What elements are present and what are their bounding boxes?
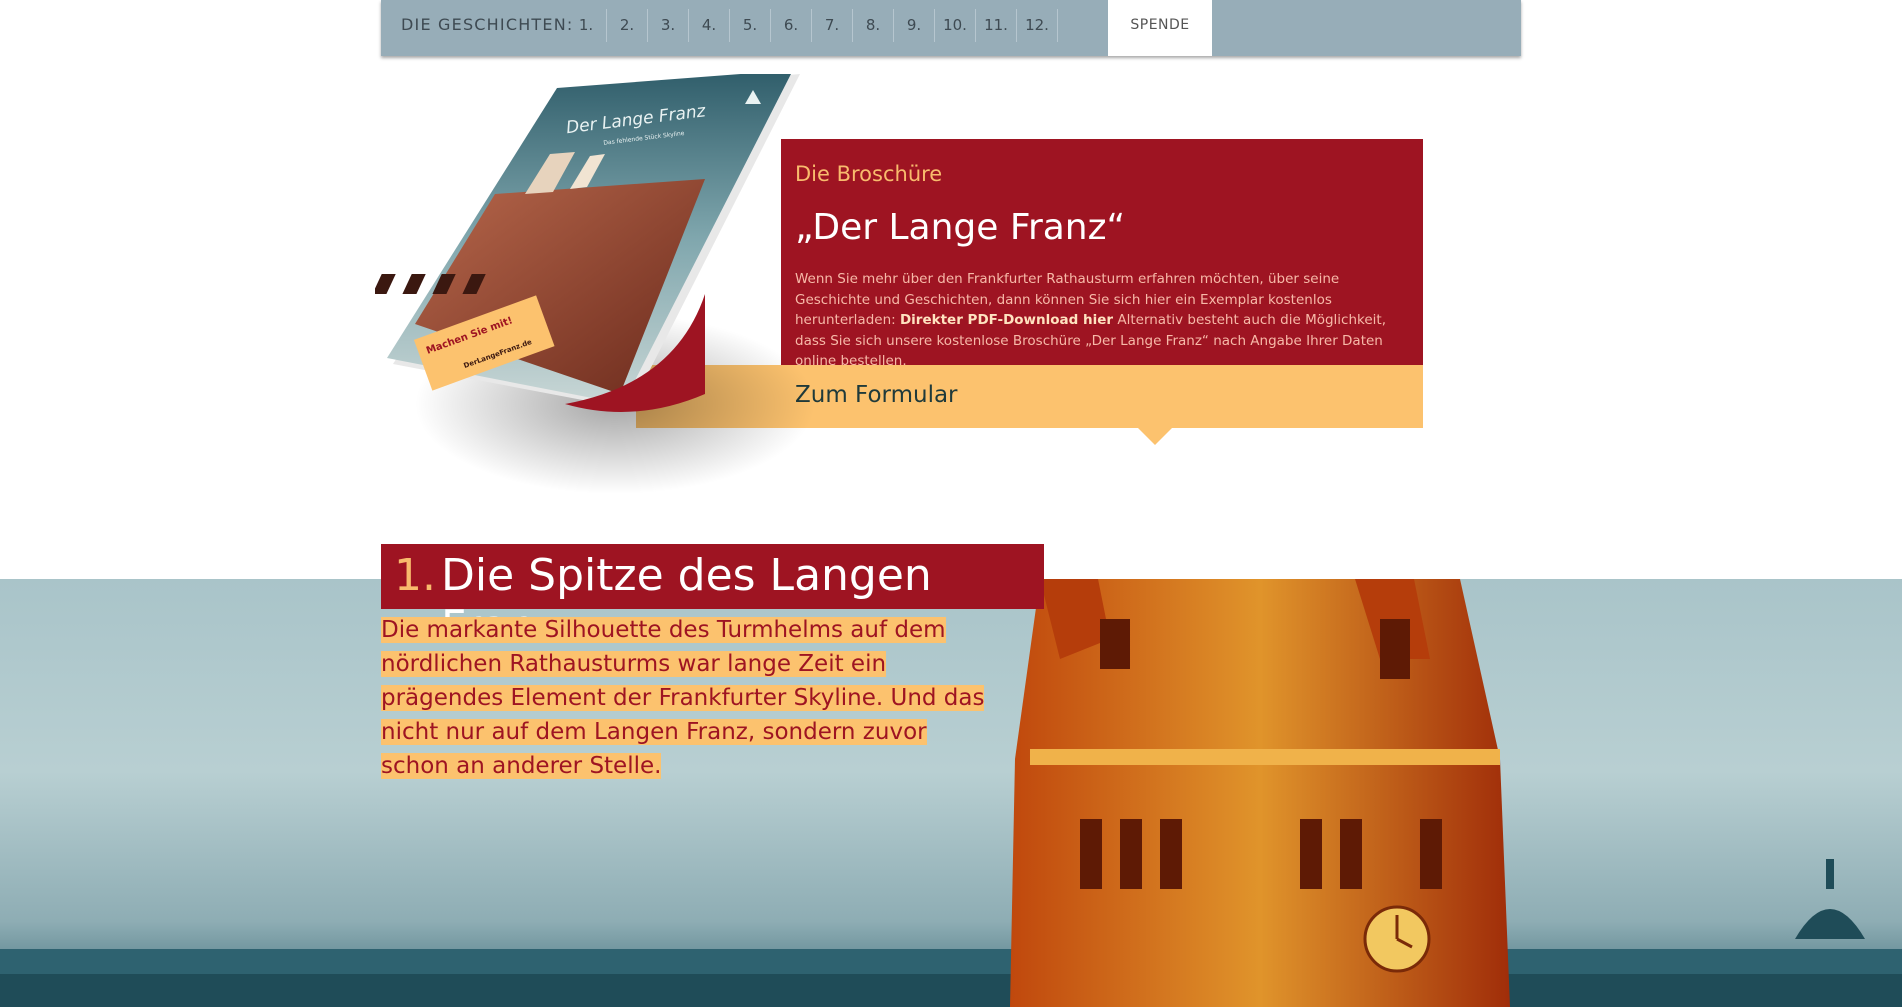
nav-story-3[interactable]: 3.: [648, 9, 689, 42]
dome: [1795, 909, 1865, 939]
top-navigation: DIE GESCHICHTEN: 1. 2. 3. 4. 5. 6. 7. 8.…: [381, 0, 1521, 56]
nav-story-2[interactable]: 2.: [607, 9, 648, 42]
pdf-download-link[interactable]: Direkter PDF-Download hier: [900, 312, 1113, 328]
nav-story-6[interactable]: 6.: [771, 9, 812, 42]
form-button-label[interactable]: Zum Formular: [795, 382, 958, 408]
brochure-cover-image[interactable]: Machen Sie mit! DerLangeFranz.de Der Lan…: [375, 74, 815, 514]
pointer-arrow-icon: [1138, 428, 1172, 445]
nav-story-12[interactable]: 12.: [1017, 9, 1058, 42]
donate-button[interactable]: SPENDE: [1108, 0, 1212, 56]
nav-story-11[interactable]: 11.: [976, 9, 1017, 42]
nav-story-4[interactable]: 4.: [689, 9, 730, 42]
nav-story-8[interactable]: 8.: [853, 9, 894, 42]
brochure-promo-box: Die Broschüre „Der Lange Franz“ Wenn Sie…: [781, 139, 1423, 369]
nav-story-1[interactable]: 1.: [566, 9, 607, 42]
nav-story-7[interactable]: 7.: [812, 9, 853, 42]
tower-ledge: [1030, 749, 1500, 765]
story-intro-text: Die markante Silhouette des Turmhelms au…: [381, 617, 985, 779]
story-intro: Die markante Silhouette des Turmhelms au…: [381, 613, 1001, 783]
brochure-title: „Der Lange Franz“: [795, 207, 1126, 248]
nav-title: DIE GESCHICHTEN:: [401, 15, 574, 34]
nav-story-5[interactable]: 5.: [730, 9, 771, 42]
nav-story-10[interactable]: 10.: [935, 9, 976, 42]
story-title-bar: 1. Die Spitze des Langen Franz: [381, 544, 1044, 652]
brochure-kicker: Die Broschüre: [795, 162, 943, 186]
story-number: 1.: [394, 550, 436, 601]
brochure-description: Wenn Sie mehr über den Frankfurter Ratha…: [795, 269, 1407, 372]
nav-story-9[interactable]: 9.: [894, 9, 935, 42]
